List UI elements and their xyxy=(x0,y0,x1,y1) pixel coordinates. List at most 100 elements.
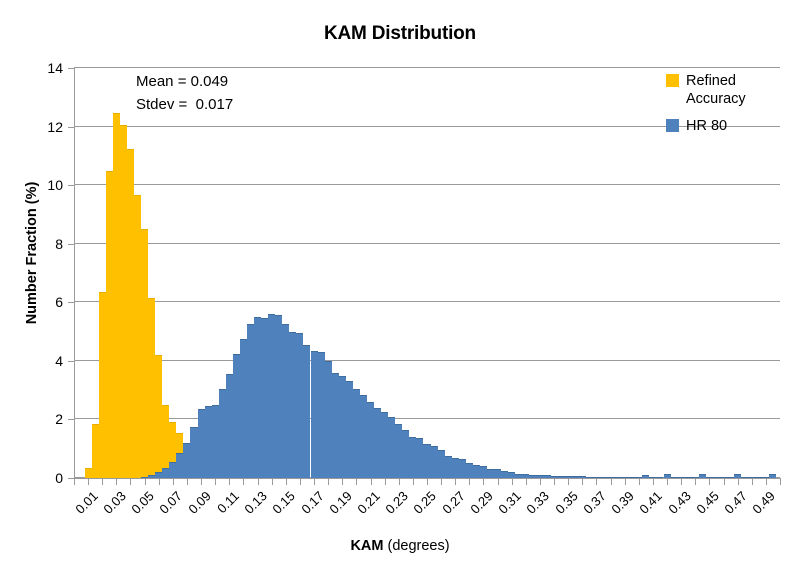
x-tick-mark xyxy=(469,479,471,485)
x-tick-mark xyxy=(158,479,160,485)
bar xyxy=(289,331,297,478)
bar xyxy=(663,474,671,478)
x-tick-mark xyxy=(723,479,725,485)
x-tick-mark xyxy=(299,479,301,485)
y-tick-label: 0 xyxy=(55,470,63,486)
bar xyxy=(621,477,629,478)
x-tick-mark xyxy=(116,479,118,485)
x-tick-mark xyxy=(596,479,598,485)
bar xyxy=(479,466,487,478)
bar xyxy=(331,372,339,478)
bar xyxy=(126,148,134,478)
legend-label: Refined Accuracy xyxy=(686,73,746,107)
bar xyxy=(324,360,332,478)
x-tick-mark xyxy=(709,479,711,485)
bar xyxy=(254,316,262,478)
bar xyxy=(155,472,163,478)
bar xyxy=(141,476,149,478)
x-tick-mark xyxy=(455,479,457,485)
bar xyxy=(599,476,608,478)
bar xyxy=(677,477,685,478)
bar xyxy=(416,438,424,478)
bar xyxy=(303,344,311,478)
bar xyxy=(134,195,142,478)
bar xyxy=(268,314,276,478)
bar xyxy=(698,473,706,478)
bar xyxy=(557,475,565,478)
bar xyxy=(296,333,304,478)
bar xyxy=(338,375,346,478)
x-tick-mark xyxy=(554,479,556,485)
x-tick-mark xyxy=(441,479,443,485)
x-tick-mark xyxy=(568,479,570,485)
x-tick-mark xyxy=(144,479,146,485)
x-axis-title-unit: (degrees) xyxy=(383,538,450,554)
bar xyxy=(550,475,558,478)
bar xyxy=(451,457,459,478)
x-tick-mark xyxy=(511,479,513,485)
x-tick-mark xyxy=(356,479,358,485)
bar xyxy=(748,477,756,478)
bar xyxy=(112,113,120,478)
bar xyxy=(543,475,551,478)
bar xyxy=(465,463,473,478)
legend-swatch-icon xyxy=(666,119,679,132)
x-tick-mark xyxy=(582,479,584,485)
bar xyxy=(148,475,156,478)
x-tick-mark xyxy=(215,479,217,485)
bar xyxy=(232,353,240,478)
x-tick-mark xyxy=(765,479,767,485)
legend-swatch-icon xyxy=(666,74,679,87)
bar xyxy=(727,477,735,478)
x-tick-mark xyxy=(172,479,174,485)
bar xyxy=(239,338,247,478)
bar xyxy=(261,318,269,478)
bar xyxy=(501,470,509,478)
x-tick-mark xyxy=(751,479,753,485)
bar xyxy=(211,404,219,478)
bar xyxy=(536,475,544,478)
bar xyxy=(352,388,360,478)
x-tick-mark xyxy=(314,479,316,485)
x-tick-mark xyxy=(186,479,188,485)
bar xyxy=(684,477,692,478)
bar xyxy=(458,458,466,478)
annotation-line: Stdev = 0.017 xyxy=(136,96,234,113)
x-tick-mark xyxy=(652,479,654,485)
bar xyxy=(564,475,572,478)
x-tick-mark xyxy=(370,479,372,485)
bar xyxy=(402,429,410,478)
bar xyxy=(571,476,579,478)
legend-entry[interactable]: Refined Accuracy xyxy=(666,72,796,108)
bar xyxy=(592,476,600,478)
legend-entry[interactable]: HR 80 xyxy=(666,117,796,135)
x-tick-mark xyxy=(257,479,259,485)
bar xyxy=(487,469,495,478)
bar xyxy=(275,315,283,478)
bar xyxy=(508,472,516,478)
x-tick-mark xyxy=(412,479,414,485)
bar xyxy=(607,476,615,478)
x-tick-mark xyxy=(285,479,287,485)
bar xyxy=(755,477,763,478)
x-tick-mark xyxy=(695,479,697,485)
x-tick-mark xyxy=(342,479,344,485)
bar xyxy=(712,477,720,478)
legend-label: HR 80 xyxy=(686,118,728,134)
x-tick-mark xyxy=(384,479,386,485)
bar xyxy=(317,352,325,478)
bar xyxy=(656,477,664,478)
bar xyxy=(176,453,184,478)
x-tick-mark xyxy=(398,479,400,485)
bar xyxy=(183,442,191,478)
bar xyxy=(642,474,650,478)
bar xyxy=(472,464,480,478)
bar xyxy=(282,324,290,478)
bar xyxy=(310,350,318,478)
x-tick-mark xyxy=(102,479,104,485)
x-axis-title: KAM (degrees) xyxy=(0,538,800,554)
bar xyxy=(769,473,777,478)
bar xyxy=(218,388,226,478)
bar xyxy=(494,469,502,478)
bar xyxy=(119,125,127,478)
